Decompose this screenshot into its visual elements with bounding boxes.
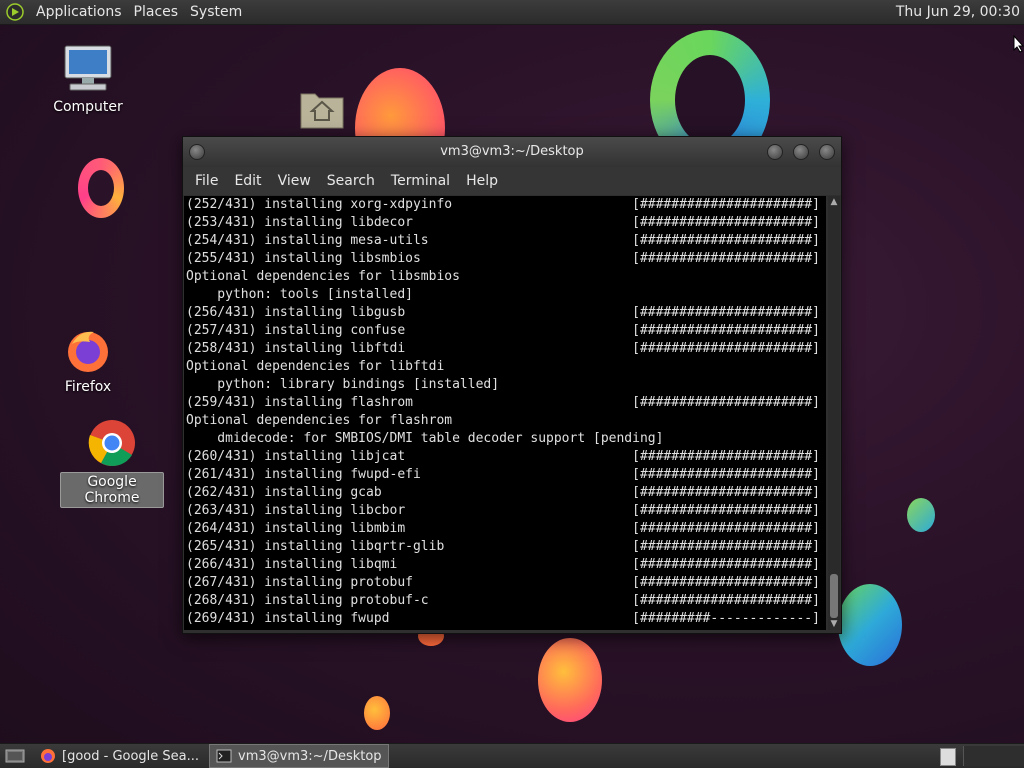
wallpaper-blob [838,584,902,666]
terminal-line: (254/431) installing mesa-utils [#######… [186,233,826,248]
terminal-line: Optional dependencies for libftdi [186,359,445,374]
terminal-titlebar[interactable]: vm3@vm3:~/Desktop [183,137,841,167]
terminal-window[interactable]: vm3@vm3:~/Desktop File Edit View Search … [182,136,842,634]
top-panel: Applications Places System Thu Jun 29, 0… [0,0,1024,25]
mouse-cursor-icon [1013,35,1024,53]
menu-terminal[interactable]: Terminal [383,173,458,189]
terminal-line: (261/431) installing fwupd-efi [########… [186,467,826,482]
menu-edit[interactable]: Edit [226,173,269,189]
terminal-menubar: File Edit View Search Terminal Help [183,167,841,195]
terminal-icon [216,749,232,763]
terminal-line: (266/431) installing libqmi [###########… [186,557,826,572]
clock[interactable]: Thu Jun 29, 00:30 [896,0,1020,24]
terminal-line: Optional dependencies for flashrom [186,413,453,428]
terminal-line: (258/431) installing libftdi [##########… [186,341,826,356]
distro-logo-icon[interactable] [6,3,24,21]
places-menu[interactable]: Places [128,0,185,24]
window-menu-button[interactable] [189,144,205,160]
terminal-line: (252/431) installing xorg-xdpyinfo [####… [186,197,826,212]
system-menu[interactable]: System [184,0,248,24]
bottom-panel: [good - Google Sea... vm3@vm3:~/Desktop [0,743,1024,768]
terminal-scrollbar[interactable]: ▲ ▼ [828,196,840,630]
terminal-line: python: library bindings [installed] [186,377,500,392]
scroll-down-arrow-icon[interactable]: ▼ [828,618,840,630]
terminal-line: (265/431) installing libqrtr-glib [#####… [186,539,826,554]
computer-icon [64,45,112,91]
desktop-icon-label: Computer [53,99,123,115]
wallpaper-blob [538,638,602,722]
home-folder-icon [300,93,344,129]
applications-menu[interactable]: Applications [30,0,128,24]
desktop-icon-label: Google Chrome [60,472,164,508]
terminal-line: (267/431) installing protobuf [#########… [186,575,826,590]
terminal-line: (269/431) installing fwupd [#########---… [186,611,826,626]
terminal-line: dmidecode: for SMBIOS/DMI table decoder … [186,431,664,446]
terminal-line: (268/431) installing protobuf-c [#######… [186,593,826,608]
terminal-line: (262/431) installing gcab [#############… [186,485,826,500]
home-folder-icon[interactable] [272,88,372,134]
show-desktop-icon[interactable] [4,747,26,765]
desktop-icon-label: Firefox [64,379,112,395]
menu-search[interactable]: Search [319,173,383,189]
firefox-icon [68,331,108,372]
terminal-line: Optional dependencies for libsmbios [186,269,460,284]
workspace-switcher-2[interactable] [963,746,1024,766]
task-label: [good - Google Sea... [62,748,200,764]
maximize-button[interactable] [793,144,809,160]
firefox-icon [41,749,55,763]
wallpaper-ring-small-hole [88,170,114,206]
scrollbar-thumb[interactable] [830,574,838,618]
terminal-line: (263/431) installing libcbor [##########… [186,503,826,518]
terminal-line: (260/431) installing libjcat [##########… [186,449,826,464]
workspace-switcher[interactable] [940,748,956,766]
taskbar-task-terminal[interactable]: vm3@vm3:~/Desktop [209,744,389,768]
desktop-icon-google-chrome[interactable]: Google Chrome [60,418,164,508]
terminal-line: (264/431) installing libmbim [##########… [186,521,826,536]
wallpaper-blob [364,696,390,730]
terminal-title: vm3@vm3:~/Desktop [440,144,584,159]
close-button[interactable] [819,144,835,160]
terminal-line: (257/431) installing confuse [##########… [186,323,826,338]
task-label: vm3@vm3:~/Desktop [238,748,382,764]
terminal-line: (255/431) installing libsmbios [########… [186,251,826,266]
terminal-line: (259/431) installing flashrom [#########… [186,395,826,410]
terminal-output[interactable]: (252/431) installing xorg-xdpyinfo [####… [184,196,826,630]
terminal-line: (256/431) installing libgusb [##########… [186,305,826,320]
wallpaper-ring-hole [675,55,745,145]
taskbar-task-browser[interactable]: [good - Google Sea... [34,745,205,767]
menu-file[interactable]: File [187,173,226,189]
minimize-button[interactable] [767,144,783,160]
scroll-up-arrow-icon[interactable]: ▲ [828,196,840,208]
wallpaper-blob [907,498,935,532]
desktop-icon-computer[interactable]: Computer [38,44,138,116]
terminal-line: (253/431) installing libdecor [#########… [186,215,826,230]
chrome-icon [88,420,135,467]
menu-view[interactable]: View [270,173,319,189]
terminal-line: python: tools [installed] [186,287,413,302]
menu-help[interactable]: Help [458,173,506,189]
desktop-icon-firefox[interactable]: Firefox [38,326,138,396]
